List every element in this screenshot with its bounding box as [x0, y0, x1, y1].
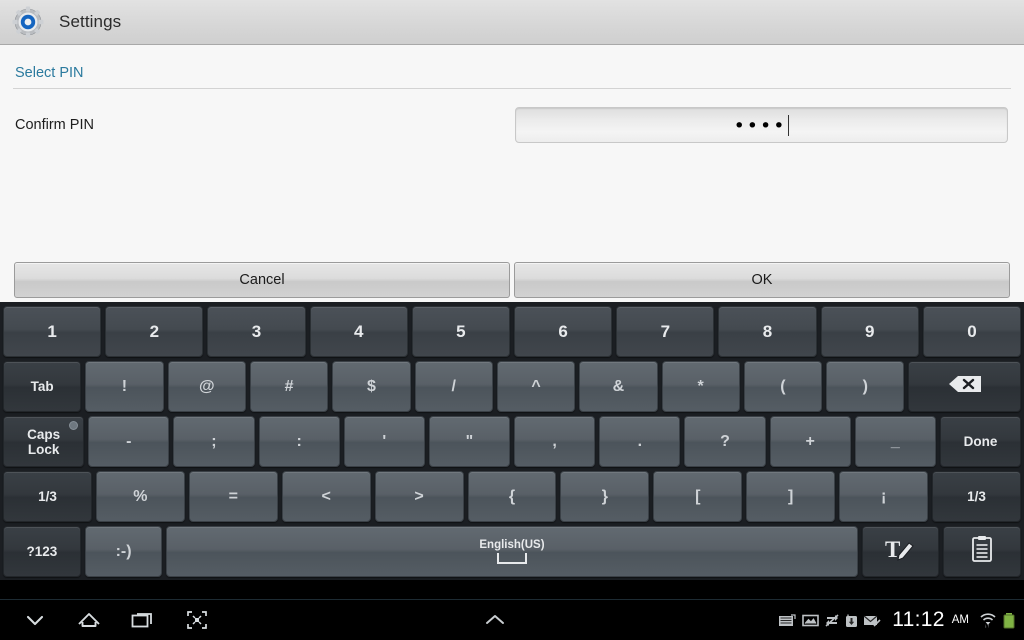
space-bracket-icon — [496, 553, 527, 564]
ok-button[interactable]: OK — [514, 262, 1010, 298]
status-meridiem: AM — [951, 614, 969, 626]
key-symbol[interactable]: @ — [167, 361, 246, 412]
key-symbol[interactable]: = — [188, 471, 278, 522]
caps-lock-label: Caps Lock — [27, 426, 61, 457]
key-0[interactable]: 0 — [922, 306, 1022, 357]
key-symbol[interactable]: ! — [85, 361, 164, 412]
key-3[interactable]: 3 — [207, 306, 306, 357]
keyboard-icon — [778, 612, 797, 628]
caps-lock-led-icon — [69, 421, 79, 430]
sync-disabled-icon — [824, 613, 840, 628]
settings-gear-icon — [11, 5, 45, 39]
key-symbol[interactable]: ] — [746, 471, 836, 522]
wifi-icon: ↓↑ — [979, 612, 997, 628]
key-9[interactable]: 9 — [820, 306, 919, 357]
key-symbol[interactable]: { — [467, 471, 557, 522]
key-symbol[interactable]: . — [599, 416, 681, 467]
key-symbol[interactable]: ; — [173, 416, 255, 467]
confirm-pin-label: Confirm PIN — [15, 117, 94, 133]
key-symbol[interactable]: ? — [684, 416, 766, 467]
status-clock: 11:12 — [892, 608, 945, 631]
key-symbol[interactable]: _ — [854, 416, 936, 467]
expand-up-icon[interactable] — [212, 612, 778, 628]
key-8[interactable]: 8 — [718, 306, 817, 357]
key-symbol[interactable]: - — [88, 416, 170, 467]
section-header-select-pin: Select PIN — [15, 65, 84, 81]
key-6[interactable]: 6 — [514, 306, 613, 357]
download-icon — [845, 613, 858, 628]
key-symbol[interactable]: ^ — [496, 361, 576, 412]
key-13[interactable]: 1/3 — [3, 471, 92, 522]
app-title-bar: Settings — [0, 0, 1024, 45]
screen-capture-icon[interactable] — [182, 607, 212, 633]
symbol-row-2: Caps Lock -;: ' ",.? + _ Done — [3, 416, 1022, 467]
key-symbol[interactable]: :-) — [84, 526, 163, 577]
backspace-key[interactable] — [908, 361, 1022, 412]
cancel-button[interactable]: Cancel — [14, 262, 510, 298]
key-symbol[interactable]: < — [281, 471, 371, 522]
home-icon[interactable] — [74, 607, 104, 633]
space-language-label: English(US) — [479, 539, 545, 551]
symbol-row-1: Tab! @ # $ / ^ & *() — [3, 361, 1022, 412]
key-symbol[interactable]: [ — [653, 471, 743, 522]
key-5[interactable]: 5 — [411, 306, 511, 357]
key-symbol[interactable]: & — [579, 361, 658, 412]
key-symbol[interactable]: ¡ — [839, 471, 929, 522]
bottom-row: ?123:-) English(US) T — [3, 526, 1021, 577]
key-2[interactable]: 2 — [105, 306, 204, 357]
key-symbol[interactable]: + — [769, 416, 851, 467]
text-caret — [788, 114, 790, 136]
key-symbol[interactable]: > — [374, 471, 464, 522]
key-1[interactable]: 1 — [3, 306, 102, 357]
dialog-button-row: Cancel OK — [0, 262, 1024, 302]
key-symbol[interactable]: } — [560, 471, 650, 522]
key-done[interactable]: Done — [939, 416, 1022, 467]
key-123[interactable]: ?123 — [3, 526, 81, 577]
confirm-pin-input[interactable]: •••• — [515, 107, 1008, 143]
key-symbol[interactable]: ' — [343, 416, 425, 467]
key-symbol[interactable]: / — [414, 361, 493, 412]
key-13[interactable]: 1/3 — [932, 471, 1021, 522]
caps-lock-key[interactable]: Caps Lock — [3, 416, 85, 467]
settings-content: Select PIN Confirm PIN •••• — [0, 45, 1024, 262]
pin-masked-value: •••• — [733, 114, 787, 137]
symbol-row-3: 1/3% = < >{}[] ¡ 1/3 — [3, 471, 1021, 522]
system-navigation-bar: 11:12 AM ↓↑ — [0, 599, 1024, 640]
battery-icon — [1002, 612, 1016, 629]
handwriting-icon: T — [883, 535, 917, 568]
key-symbol[interactable]: , — [514, 416, 596, 467]
on-screen-keyboard: 1 2 3 4 5 6 7 8 9 0 Tab! @ # $ / ^ & *() Caps Lock -;: ' ",.? +… — [0, 302, 1024, 580]
key-symbol[interactable]: : — [258, 416, 340, 467]
key-symbol[interactable]: ) — [826, 361, 905, 412]
key-symbol[interactable]: " — [428, 416, 511, 467]
key-symbol[interactable]: ( — [743, 361, 823, 412]
clipboard-icon — [970, 535, 994, 568]
app-title: Settings — [59, 12, 122, 31]
image-icon — [802, 613, 820, 628]
key-symbol[interactable]: % — [95, 471, 185, 522]
svg-text:↓↑: ↓↑ — [985, 624, 990, 629]
key-symbol[interactable]: * — [661, 361, 740, 412]
confirm-pin-row: Confirm PIN •••• — [0, 89, 1024, 143]
status-bar: 11:12 AM ↓↑ — [778, 608, 1024, 632]
key-symbol[interactable]: $ — [332, 361, 411, 412]
clipboard-key[interactable] — [943, 526, 1021, 577]
back-icon[interactable] — [20, 607, 50, 633]
recent-apps-icon[interactable] — [128, 607, 158, 633]
key-tab[interactable]: Tab — [3, 361, 82, 412]
key-4[interactable]: 4 — [309, 306, 408, 357]
mail-icon — [863, 613, 881, 628]
number-row: 1234567890 — [3, 306, 1022, 357]
space-key[interactable]: English(US) — [166, 526, 858, 577]
key-7[interactable]: 7 — [616, 306, 715, 357]
key-symbol[interactable]: # — [249, 361, 329, 412]
handwriting-key[interactable]: T — [861, 526, 940, 577]
backspace-icon — [947, 373, 983, 400]
